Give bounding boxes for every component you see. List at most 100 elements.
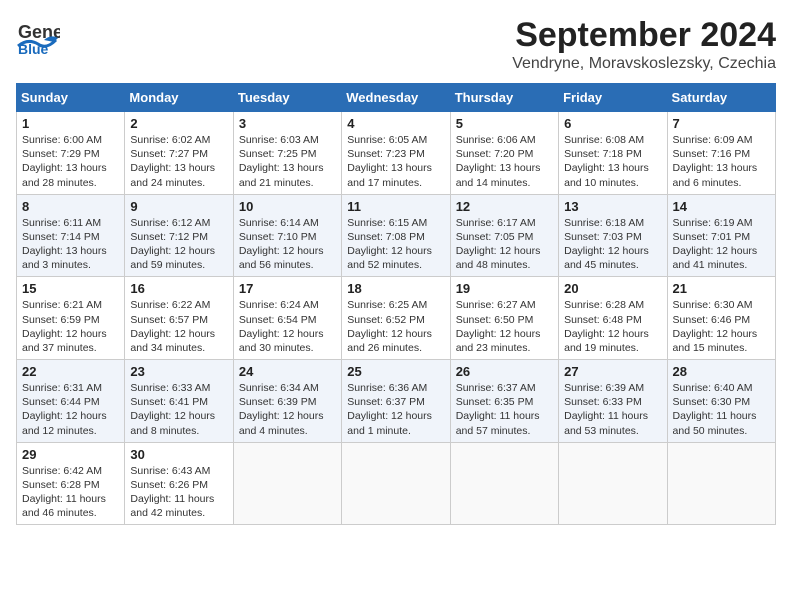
day-info: Sunrise: 6:03 AMSunset: 7:25 PMDaylight:… [239, 134, 324, 189]
calendar-header-row: Sunday Monday Tuesday Wednesday Thursday… [17, 84, 776, 112]
day-number: 15 [22, 281, 119, 296]
table-row: 24 Sunrise: 6:34 AMSunset: 6:39 PMDaylig… [233, 360, 341, 443]
day-number: 12 [456, 199, 553, 214]
col-thursday: Thursday [450, 84, 558, 112]
day-number: 5 [456, 116, 553, 131]
col-monday: Monday [125, 84, 233, 112]
day-info: Sunrise: 6:25 AMSunset: 6:52 PMDaylight:… [347, 299, 432, 354]
day-number: 28 [673, 364, 770, 379]
day-number: 18 [347, 281, 444, 296]
table-row: 29 Sunrise: 6:42 AMSunset: 6:28 PMDaylig… [17, 442, 125, 525]
table-row [233, 442, 341, 525]
day-number: 8 [22, 199, 119, 214]
day-info: Sunrise: 6:34 AMSunset: 6:39 PMDaylight:… [239, 382, 324, 437]
calendar-week-row: 15 Sunrise: 6:21 AMSunset: 6:59 PMDaylig… [17, 277, 776, 360]
table-row: 28 Sunrise: 6:40 AMSunset: 6:30 PMDaylig… [667, 360, 775, 443]
day-info: Sunrise: 6:30 AMSunset: 6:46 PMDaylight:… [673, 299, 758, 354]
day-number: 4 [347, 116, 444, 131]
table-row: 6 Sunrise: 6:08 AMSunset: 7:18 PMDayligh… [559, 112, 667, 195]
month-title: September 2024 [512, 16, 776, 55]
day-number: 16 [130, 281, 227, 296]
table-row: 8 Sunrise: 6:11 AMSunset: 7:14 PMDayligh… [17, 194, 125, 277]
day-info: Sunrise: 6:24 AMSunset: 6:54 PMDaylight:… [239, 299, 324, 354]
table-row: 25 Sunrise: 6:36 AMSunset: 6:37 PMDaylig… [342, 360, 450, 443]
day-number: 25 [347, 364, 444, 379]
svg-text:Blue: Blue [18, 41, 49, 54]
table-row: 10 Sunrise: 6:14 AMSunset: 7:10 PMDaylig… [233, 194, 341, 277]
day-number: 26 [456, 364, 553, 379]
day-info: Sunrise: 6:00 AMSunset: 7:29 PMDaylight:… [22, 134, 107, 189]
table-row: 30 Sunrise: 6:43 AMSunset: 6:26 PMDaylig… [125, 442, 233, 525]
calendar-week-row: 29 Sunrise: 6:42 AMSunset: 6:28 PMDaylig… [17, 442, 776, 525]
day-info: Sunrise: 6:09 AMSunset: 7:16 PMDaylight:… [673, 134, 758, 189]
day-info: Sunrise: 6:28 AMSunset: 6:48 PMDaylight:… [564, 299, 649, 354]
table-row [450, 442, 558, 525]
table-row: 14 Sunrise: 6:19 AMSunset: 7:01 PMDaylig… [667, 194, 775, 277]
day-info: Sunrise: 6:31 AMSunset: 6:44 PMDaylight:… [22, 382, 107, 437]
day-number: 17 [239, 281, 336, 296]
col-sunday: Sunday [17, 84, 125, 112]
calendar-week-row: 8 Sunrise: 6:11 AMSunset: 7:14 PMDayligh… [17, 194, 776, 277]
table-row: 1 Sunrise: 6:00 AMSunset: 7:29 PMDayligh… [17, 112, 125, 195]
day-info: Sunrise: 6:40 AMSunset: 6:30 PMDaylight:… [673, 382, 757, 437]
day-number: 23 [130, 364, 227, 379]
table-row: 13 Sunrise: 6:18 AMSunset: 7:03 PMDaylig… [559, 194, 667, 277]
table-row: 4 Sunrise: 6:05 AMSunset: 7:23 PMDayligh… [342, 112, 450, 195]
day-number: 14 [673, 199, 770, 214]
location: Vendryne, Moravskoslezsky, Czechia [512, 55, 776, 73]
day-info: Sunrise: 6:15 AMSunset: 7:08 PMDaylight:… [347, 217, 432, 272]
table-row: 15 Sunrise: 6:21 AMSunset: 6:59 PMDaylig… [17, 277, 125, 360]
day-info: Sunrise: 6:37 AMSunset: 6:35 PMDaylight:… [456, 382, 540, 437]
table-row: 12 Sunrise: 6:17 AMSunset: 7:05 PMDaylig… [450, 194, 558, 277]
day-number: 19 [456, 281, 553, 296]
calendar-week-row: 22 Sunrise: 6:31 AMSunset: 6:44 PMDaylig… [17, 360, 776, 443]
table-row: 5 Sunrise: 6:06 AMSunset: 7:20 PMDayligh… [450, 112, 558, 195]
day-info: Sunrise: 6:12 AMSunset: 7:12 PMDaylight:… [130, 217, 215, 272]
table-row: 2 Sunrise: 6:02 AMSunset: 7:27 PMDayligh… [125, 112, 233, 195]
day-info: Sunrise: 6:18 AMSunset: 7:03 PMDaylight:… [564, 217, 649, 272]
day-info: Sunrise: 6:36 AMSunset: 6:37 PMDaylight:… [347, 382, 432, 437]
day-info: Sunrise: 6:43 AMSunset: 6:26 PMDaylight:… [130, 465, 214, 520]
logo: General Blue [16, 16, 60, 54]
table-row: 11 Sunrise: 6:15 AMSunset: 7:08 PMDaylig… [342, 194, 450, 277]
day-number: 21 [673, 281, 770, 296]
col-saturday: Saturday [667, 84, 775, 112]
col-friday: Friday [559, 84, 667, 112]
calendar-week-row: 1 Sunrise: 6:00 AMSunset: 7:29 PMDayligh… [17, 112, 776, 195]
table-row: 22 Sunrise: 6:31 AMSunset: 6:44 PMDaylig… [17, 360, 125, 443]
day-number: 13 [564, 199, 661, 214]
table-row: 19 Sunrise: 6:27 AMSunset: 6:50 PMDaylig… [450, 277, 558, 360]
day-info: Sunrise: 6:21 AMSunset: 6:59 PMDaylight:… [22, 299, 107, 354]
table-row: 9 Sunrise: 6:12 AMSunset: 7:12 PMDayligh… [125, 194, 233, 277]
table-row: 23 Sunrise: 6:33 AMSunset: 6:41 PMDaylig… [125, 360, 233, 443]
day-number: 9 [130, 199, 227, 214]
day-info: Sunrise: 6:17 AMSunset: 7:05 PMDaylight:… [456, 217, 541, 272]
table-row: 3 Sunrise: 6:03 AMSunset: 7:25 PMDayligh… [233, 112, 341, 195]
day-number: 6 [564, 116, 661, 131]
day-info: Sunrise: 6:11 AMSunset: 7:14 PMDaylight:… [22, 217, 107, 272]
table-row: 18 Sunrise: 6:25 AMSunset: 6:52 PMDaylig… [342, 277, 450, 360]
day-number: 29 [22, 447, 119, 462]
day-info: Sunrise: 6:19 AMSunset: 7:01 PMDaylight:… [673, 217, 758, 272]
table-row: 21 Sunrise: 6:30 AMSunset: 6:46 PMDaylig… [667, 277, 775, 360]
table-row: 17 Sunrise: 6:24 AMSunset: 6:54 PMDaylig… [233, 277, 341, 360]
day-number: 1 [22, 116, 119, 131]
page-header: General Blue September 2024 Vendryne, Mo… [16, 16, 776, 73]
day-number: 27 [564, 364, 661, 379]
day-info: Sunrise: 6:33 AMSunset: 6:41 PMDaylight:… [130, 382, 215, 437]
day-info: Sunrise: 6:14 AMSunset: 7:10 PMDaylight:… [239, 217, 324, 272]
day-info: Sunrise: 6:22 AMSunset: 6:57 PMDaylight:… [130, 299, 215, 354]
day-info: Sunrise: 6:42 AMSunset: 6:28 PMDaylight:… [22, 465, 106, 520]
table-row: 27 Sunrise: 6:39 AMSunset: 6:33 PMDaylig… [559, 360, 667, 443]
table-row: 7 Sunrise: 6:09 AMSunset: 7:16 PMDayligh… [667, 112, 775, 195]
calendar-table: Sunday Monday Tuesday Wednesday Thursday… [16, 83, 776, 525]
day-info: Sunrise: 6:08 AMSunset: 7:18 PMDaylight:… [564, 134, 649, 189]
day-info: Sunrise: 6:02 AMSunset: 7:27 PMDaylight:… [130, 134, 215, 189]
day-number: 10 [239, 199, 336, 214]
table-row: 26 Sunrise: 6:37 AMSunset: 6:35 PMDaylig… [450, 360, 558, 443]
day-number: 24 [239, 364, 336, 379]
day-info: Sunrise: 6:05 AMSunset: 7:23 PMDaylight:… [347, 134, 432, 189]
col-wednesday: Wednesday [342, 84, 450, 112]
day-number: 2 [130, 116, 227, 131]
table-row: 16 Sunrise: 6:22 AMSunset: 6:57 PMDaylig… [125, 277, 233, 360]
